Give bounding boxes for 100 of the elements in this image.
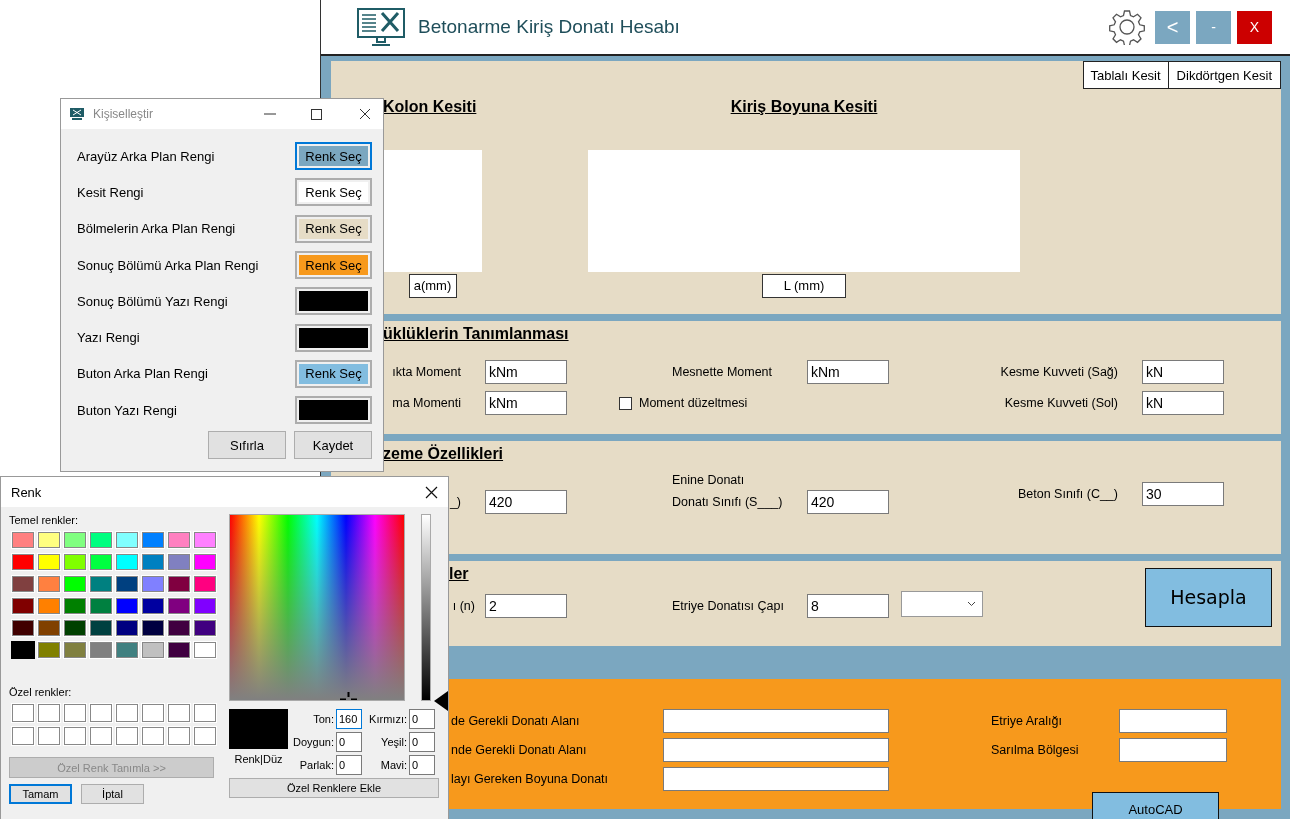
color-swatch[interactable]	[116, 554, 138, 570]
color-choose-button[interactable]	[295, 323, 372, 352]
color-swatch[interactable]	[116, 727, 138, 745]
color-swatch[interactable]	[194, 598, 216, 614]
color-swatch[interactable]	[90, 554, 112, 570]
color-swatch[interactable]	[64, 704, 86, 722]
result-field[interactable]	[1119, 709, 1227, 733]
color-choose-button[interactable]: Renk Seç	[295, 359, 372, 388]
color-swatch[interactable]	[142, 532, 164, 548]
color-swatch[interactable]	[194, 727, 216, 745]
result-field[interactable]	[1119, 738, 1227, 762]
text-field[interactable]: kNm	[485, 360, 567, 384]
color-swatch[interactable]	[12, 727, 34, 745]
color-swatch[interactable]	[142, 554, 164, 570]
close-icon[interactable]	[425, 485, 438, 499]
color-swatch[interactable]	[64, 554, 86, 570]
color-swatch[interactable]	[64, 532, 86, 548]
color-swatch[interactable]	[116, 576, 138, 592]
color-swatch[interactable]	[116, 598, 138, 614]
color-swatch[interactable]	[168, 554, 190, 570]
color-swatch[interactable]	[168, 704, 190, 722]
color-swatch[interactable]	[194, 554, 216, 570]
color-swatch[interactable]	[12, 576, 34, 592]
checkbox[interactable]	[619, 396, 632, 410]
number-field[interactable]: 0	[336, 732, 362, 752]
color-swatch[interactable]	[194, 620, 216, 636]
color-choose-button[interactable]: Renk Seç	[295, 178, 372, 207]
color-swatch[interactable]	[168, 532, 190, 548]
text-field[interactable]: 8	[807, 594, 889, 618]
text-field[interactable]: kN	[1142, 391, 1224, 415]
color-swatch[interactable]	[90, 727, 112, 745]
ok-button[interactable]: Tamam	[9, 784, 72, 804]
color-swatch[interactable]	[90, 598, 112, 614]
number-field[interactable]: 0	[409, 709, 435, 729]
section-type-button[interactable]: Tablalı Kesit	[1082, 61, 1169, 89]
text-field[interactable]: kNm	[807, 360, 889, 384]
color-swatch[interactable]	[38, 554, 60, 570]
color-swatch[interactable]	[38, 576, 60, 592]
color-swatch[interactable]	[194, 704, 216, 722]
color-swatch[interactable]	[168, 642, 190, 658]
color-swatch[interactable]	[38, 620, 60, 636]
text-field[interactable]: kNm	[485, 391, 567, 415]
color-swatch[interactable]	[116, 532, 138, 548]
color-swatch[interactable]	[168, 620, 190, 636]
maximize-icon[interactable]	[311, 108, 322, 120]
number-field[interactable]: 0	[409, 755, 435, 775]
color-swatch[interactable]	[90, 620, 112, 636]
color-swatch[interactable]	[12, 642, 34, 658]
dialog-button[interactable]: Sıfırla	[208, 431, 286, 460]
color-choose-button[interactable]	[295, 287, 372, 316]
text-field[interactable]: 30	[1142, 481, 1224, 506]
result-field[interactable]	[663, 738, 889, 762]
result-field[interactable]	[663, 709, 889, 733]
cancel-button[interactable]: İptal	[81, 784, 144, 804]
color-choose-button[interactable]	[295, 396, 372, 425]
color-swatch[interactable]	[142, 598, 164, 614]
color-swatch[interactable]	[64, 598, 86, 614]
calculate-button[interactable]: Hesapla	[1145, 567, 1272, 627]
color-swatch[interactable]	[142, 642, 164, 658]
color-choose-button[interactable]: Renk Seç	[295, 214, 372, 243]
close-icon[interactable]	[359, 108, 371, 120]
dialog-button[interactable]: Kaydet	[294, 431, 372, 460]
color-swatch[interactable]	[38, 642, 60, 658]
color-swatch[interactable]	[142, 727, 164, 745]
color-swatch[interactable]	[168, 598, 190, 614]
text-field[interactable]: 420	[485, 490, 567, 514]
color-swatch[interactable]	[116, 704, 138, 722]
section-type-button[interactable]: Dikdörtgen Kesit	[1167, 61, 1281, 89]
color-swatch[interactable]	[168, 727, 190, 745]
color-swatch[interactable]	[64, 620, 86, 636]
color-swatch[interactable]	[194, 532, 216, 548]
color-swatch[interactable]	[12, 554, 34, 570]
text-field[interactable]: kN	[1142, 360, 1224, 384]
color-swatch[interactable]	[12, 620, 34, 636]
settings-icon[interactable]	[1109, 9, 1145, 45]
color-swatch[interactable]	[90, 532, 112, 548]
close-button[interactable]: X	[1237, 10, 1272, 44]
color-choose-button[interactable]: Renk Seç	[295, 142, 372, 171]
color-choose-button[interactable]: Renk Seç	[295, 251, 372, 280]
color-swatch[interactable]	[142, 704, 164, 722]
color-swatch[interactable]	[90, 576, 112, 592]
color-swatch[interactable]	[38, 727, 60, 745]
text-field[interactable]: 420	[807, 490, 889, 514]
color-swatch[interactable]	[142, 576, 164, 592]
number-field[interactable]: 160	[336, 709, 362, 729]
color-swatch[interactable]	[12, 704, 34, 722]
text-field[interactable]: 2	[485, 594, 567, 618]
color-swatch[interactable]	[90, 642, 112, 658]
color-swatch[interactable]	[38, 598, 60, 614]
color-swatch[interactable]	[64, 642, 86, 658]
color-swatch[interactable]	[194, 642, 216, 658]
color-spectrum[interactable]	[229, 514, 405, 701]
color-swatch[interactable]	[142, 620, 164, 636]
autocad-button[interactable]: AutoCAD	[1092, 792, 1219, 819]
color-swatch[interactable]	[116, 620, 138, 636]
add-custom-color-button[interactable]: Özel Renklere Ekle	[229, 778, 439, 798]
color-swatch[interactable]	[64, 727, 86, 745]
color-swatch[interactable]	[194, 576, 216, 592]
number-field[interactable]: 0	[409, 732, 435, 752]
color-swatch[interactable]	[168, 576, 190, 592]
